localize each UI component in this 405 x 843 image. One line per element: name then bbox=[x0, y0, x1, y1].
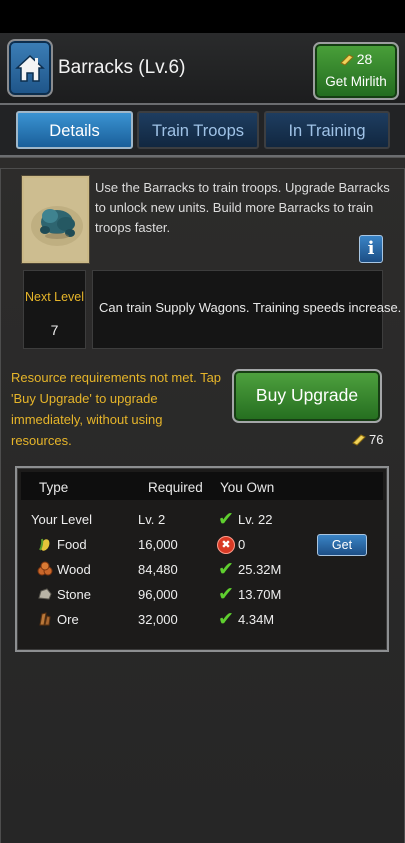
header-bar: Barracks (Lv.6) 28 Get Mirlith bbox=[0, 33, 405, 105]
barracks-thumbnail bbox=[22, 176, 89, 263]
table-row: Ore 32,000 ✔ 4.34M bbox=[17, 608, 387, 633]
mirlith-icon bbox=[352, 434, 366, 446]
row-type: Wood bbox=[57, 562, 91, 577]
column-required: Required bbox=[148, 480, 203, 495]
ore-icon bbox=[39, 612, 51, 626]
tab-bar: Details Train Troops In Training bbox=[0, 105, 405, 157]
mirlith-count: 28 bbox=[356, 51, 373, 67]
cross-icon: ✖ bbox=[217, 536, 235, 554]
row-own: 25.32M bbox=[238, 562, 282, 577]
row-required: 96,000 bbox=[138, 587, 178, 602]
row-required: 16,000 bbox=[138, 537, 178, 552]
row-required: 84,480 bbox=[138, 562, 178, 577]
stone-icon bbox=[38, 588, 52, 600]
next-level-description: Can train Supply Wagons. Training speeds… bbox=[92, 270, 401, 349]
table-row: Wood 84,480 ✔ 25.32M bbox=[17, 558, 387, 583]
upgrade-cost-value: 76 bbox=[369, 432, 384, 447]
check-icon: ✔ bbox=[218, 608, 234, 630]
get-mirlith-label: Get Mirlith bbox=[325, 74, 387, 89]
get-food-button[interactable]: Get bbox=[317, 534, 367, 556]
next-level-value: 7 bbox=[50, 322, 59, 338]
upgrade-cost: 76 bbox=[352, 432, 383, 447]
check-icon: ✔ bbox=[218, 508, 234, 530]
mirlith-icon bbox=[339, 54, 354, 66]
buy-upgrade-button[interactable]: Buy Upgrade bbox=[232, 369, 382, 423]
food-icon bbox=[39, 538, 50, 551]
row-type: Ore bbox=[57, 612, 79, 627]
building-description: Use the Barracks to train troops. Upgrad… bbox=[95, 180, 390, 235]
row-own: 13.70M bbox=[238, 587, 282, 602]
requirements-table: Type Required You Own Your Level Lv. 2 ✔… bbox=[15, 466, 389, 652]
get-mirlith-button[interactable]: 28 Get Mirlith bbox=[313, 42, 399, 100]
home-button[interactable] bbox=[7, 39, 53, 97]
row-type: Food bbox=[57, 537, 87, 552]
table-row: Food 16,000 ✖ 0 Get bbox=[17, 533, 387, 558]
home-icon bbox=[15, 54, 45, 82]
table-header: Type Required You Own bbox=[21, 472, 383, 500]
tab-details[interactable]: Details bbox=[16, 111, 133, 149]
resource-warning: Resource requirements not met. Tap 'Buy … bbox=[11, 370, 222, 448]
info-button[interactable]: i bbox=[359, 235, 383, 263]
status-bar bbox=[0, 0, 405, 33]
row-own: Lv. 22 bbox=[238, 512, 273, 527]
row-required: 32,000 bbox=[138, 612, 178, 627]
row-own: 4.34M bbox=[238, 612, 275, 627]
row-own: 0 bbox=[238, 537, 246, 552]
tab-train-troops[interactable]: Train Troops bbox=[137, 111, 259, 149]
tab-in-training[interactable]: In Training bbox=[264, 111, 390, 149]
wood-icon bbox=[37, 561, 53, 576]
table-row: Your Level Lv. 2 ✔ Lv. 22 bbox=[17, 508, 387, 533]
next-level-box: Next Level 7 bbox=[23, 270, 86, 349]
page-title: Barracks (Lv.6) bbox=[58, 57, 186, 78]
table-row: Stone 96,000 ✔ 13.70M bbox=[17, 583, 387, 608]
row-type: Stone bbox=[57, 587, 91, 602]
check-icon: ✔ bbox=[218, 583, 234, 605]
next-level-label: Next Level bbox=[24, 290, 85, 304]
check-icon: ✔ bbox=[218, 558, 234, 580]
row-type: Your Level bbox=[31, 512, 92, 527]
barracks-icon bbox=[24, 178, 87, 261]
row-required: Lv. 2 bbox=[138, 512, 166, 527]
column-you-own: You Own bbox=[220, 480, 275, 495]
column-type: Type bbox=[39, 480, 69, 495]
